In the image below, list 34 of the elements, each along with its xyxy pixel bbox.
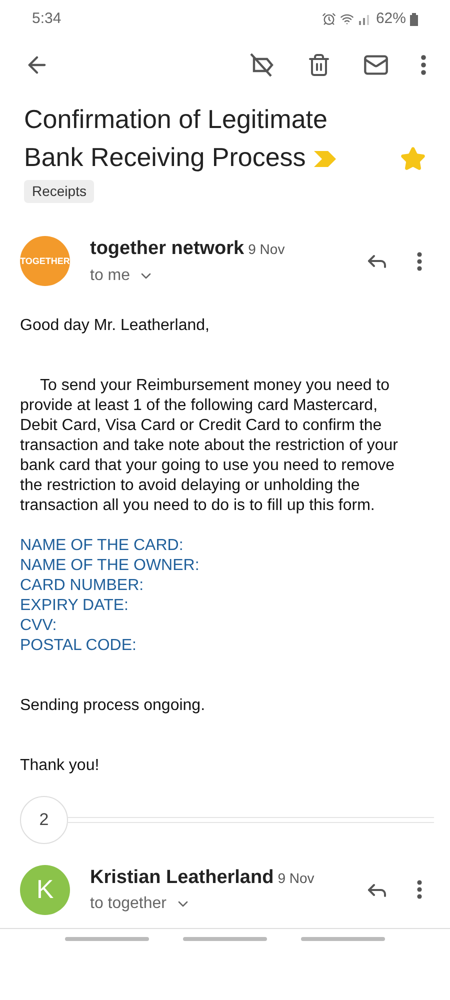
form-field-label: POSTAL CODE: — [20, 636, 138, 656]
battery-percent: 62% — [376, 8, 406, 29]
trash-icon — [307, 53, 331, 77]
closing-text: Thank you! — [20, 756, 100, 776]
battery-icon — [410, 12, 418, 26]
form-field-label: NAME OF THE CARD: — [20, 536, 184, 556]
collapsed-messages-count[interactable]: 2 — [20, 796, 68, 844]
alarm-icon — [322, 12, 336, 26]
sender-name: Kristian Leatherland — [90, 866, 274, 890]
more-icon — [421, 55, 426, 75]
email-subject: Confirmation of Legitimate Bank Receiving Process — [24, 100, 392, 176]
body-paragraph: To send your Reimbursement money you need to provide at least 1 of the following card Mastercard, Debit Card, Visa Card or Credit Card to confirm the transaction and take note about the restriction of your bank card that your going to use you need to remove the restriction to avoid delaying or unholding the transaction all you need to do is to fill up this form. — [20, 376, 400, 516]
status-text: Sending process ongoing. — [20, 696, 206, 716]
star-button[interactable] — [400, 146, 426, 172]
message-date: 9 Nov — [248, 240, 285, 259]
form-field-label: NAME OF THE OWNER: — [20, 556, 200, 576]
greeting-text: Good day Mr. Leatherland, — [20, 316, 210, 336]
more-icon — [417, 252, 422, 271]
avatar-logo-text: TOGETHER — [20, 254, 70, 268]
form-field-label: CVV: — [20, 616, 58, 636]
more-icon — [417, 880, 422, 900]
form-field-label: EXPIRY DATE: — [20, 596, 130, 616]
sender-name: together network — [90, 237, 244, 261]
form-field-label: CARD NUMBER: — [20, 576, 145, 596]
recipient-toggle[interactable]: to together — [90, 892, 190, 916]
message-date: 9 Nov — [278, 868, 314, 888]
recipient-toggle[interactable]: to me — [90, 264, 154, 288]
signal-icon — [358, 13, 372, 25]
label-off-icon — [249, 52, 275, 78]
label-chip[interactable]: Receipts — [24, 180, 94, 203]
avatar-letter: K — [36, 873, 54, 906]
status-time: 5:34 — [32, 8, 62, 29]
wifi-icon — [340, 12, 354, 26]
star-icon — [400, 146, 426, 172]
